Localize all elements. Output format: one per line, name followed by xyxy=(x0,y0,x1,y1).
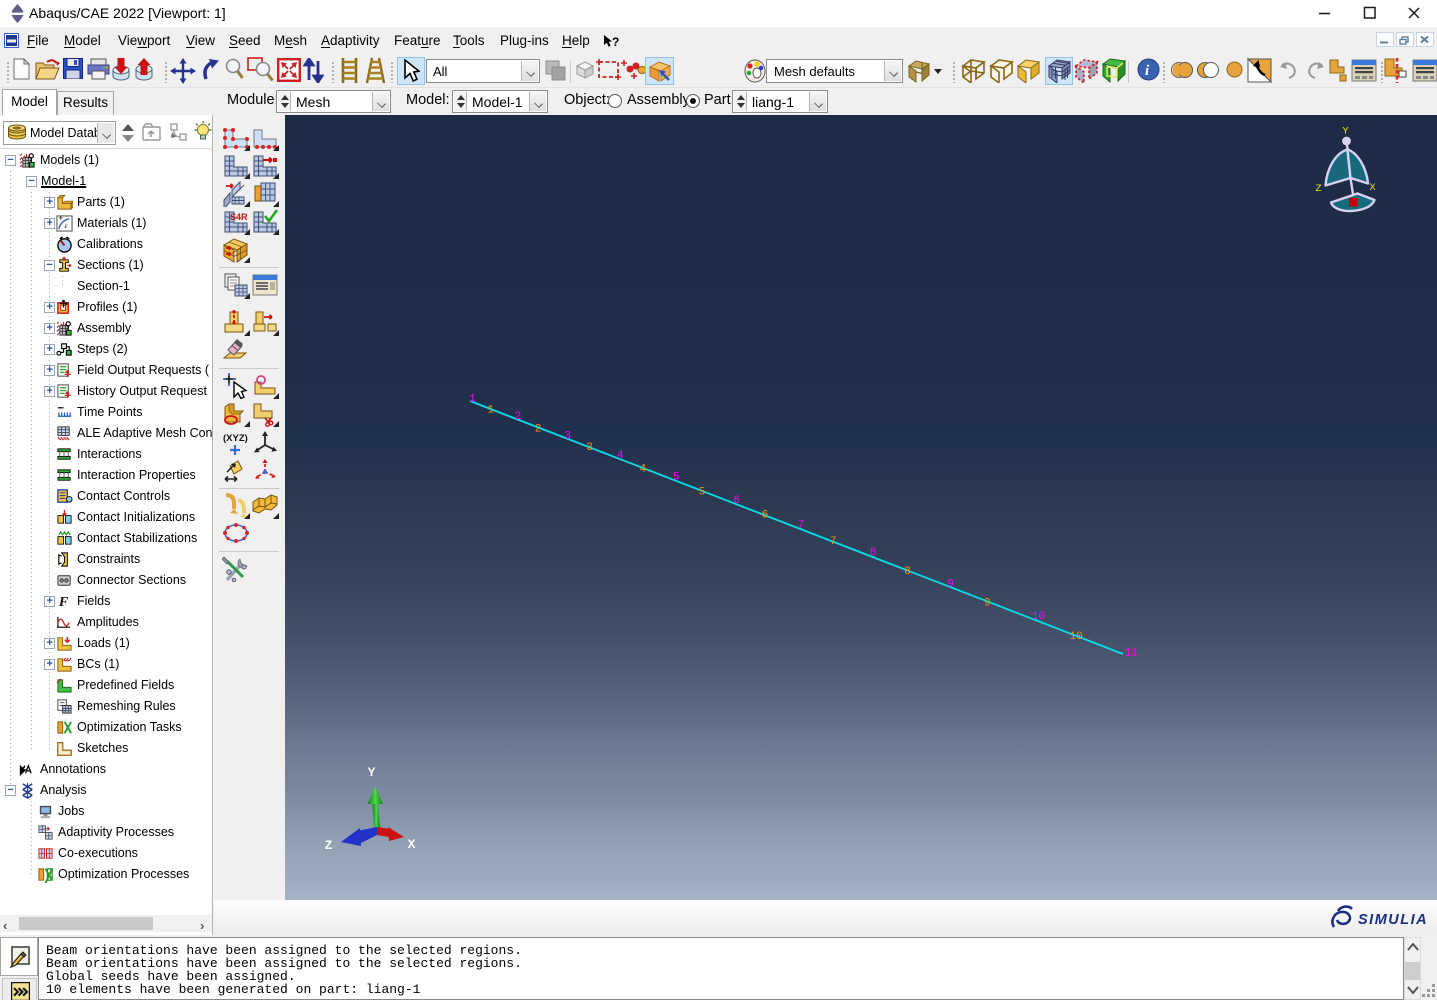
svg-text:3: 3 xyxy=(564,430,571,442)
svg-text:X: X xyxy=(1369,182,1376,194)
svg-text:9: 9 xyxy=(984,598,991,610)
svg-text:(XYZ): (XYZ) xyxy=(223,433,248,444)
svg-text:5: 5 xyxy=(699,486,706,498)
svg-text:3: 3 xyxy=(586,442,593,454)
svg-text:10: 10 xyxy=(1032,611,1045,623)
svg-text:X: X xyxy=(408,837,416,852)
svg-text:6: 6 xyxy=(762,509,769,521)
svg-text:11: 11 xyxy=(1125,648,1139,660)
svg-text:2: 2 xyxy=(515,411,522,423)
svg-text:6: 6 xyxy=(733,495,740,507)
svg-text:9: 9 xyxy=(947,579,954,591)
svg-text:SIMULIA: SIMULIA xyxy=(1358,912,1428,928)
svg-text:10: 10 xyxy=(1069,631,1082,643)
svg-text:Z: Z xyxy=(325,838,333,853)
svg-text:?: ? xyxy=(612,35,619,49)
svg-text:1: 1 xyxy=(487,405,494,417)
svg-text:1: 1 xyxy=(469,393,476,405)
svg-text:8: 8 xyxy=(904,566,911,578)
svg-text:Z: Z xyxy=(1315,183,1321,195)
svg-text:Y: Y xyxy=(368,765,376,780)
svg-text:7: 7 xyxy=(830,536,837,548)
svg-text:2: 2 xyxy=(535,423,542,435)
svg-text:4: 4 xyxy=(617,450,624,462)
svg-text:8: 8 xyxy=(870,547,877,559)
svg-text:4: 4 xyxy=(639,464,646,476)
svg-text:S4R: S4R xyxy=(230,212,248,222)
svg-text:5: 5 xyxy=(673,472,680,484)
svg-text:Y: Y xyxy=(1342,126,1349,138)
svg-text:7: 7 xyxy=(798,520,805,532)
